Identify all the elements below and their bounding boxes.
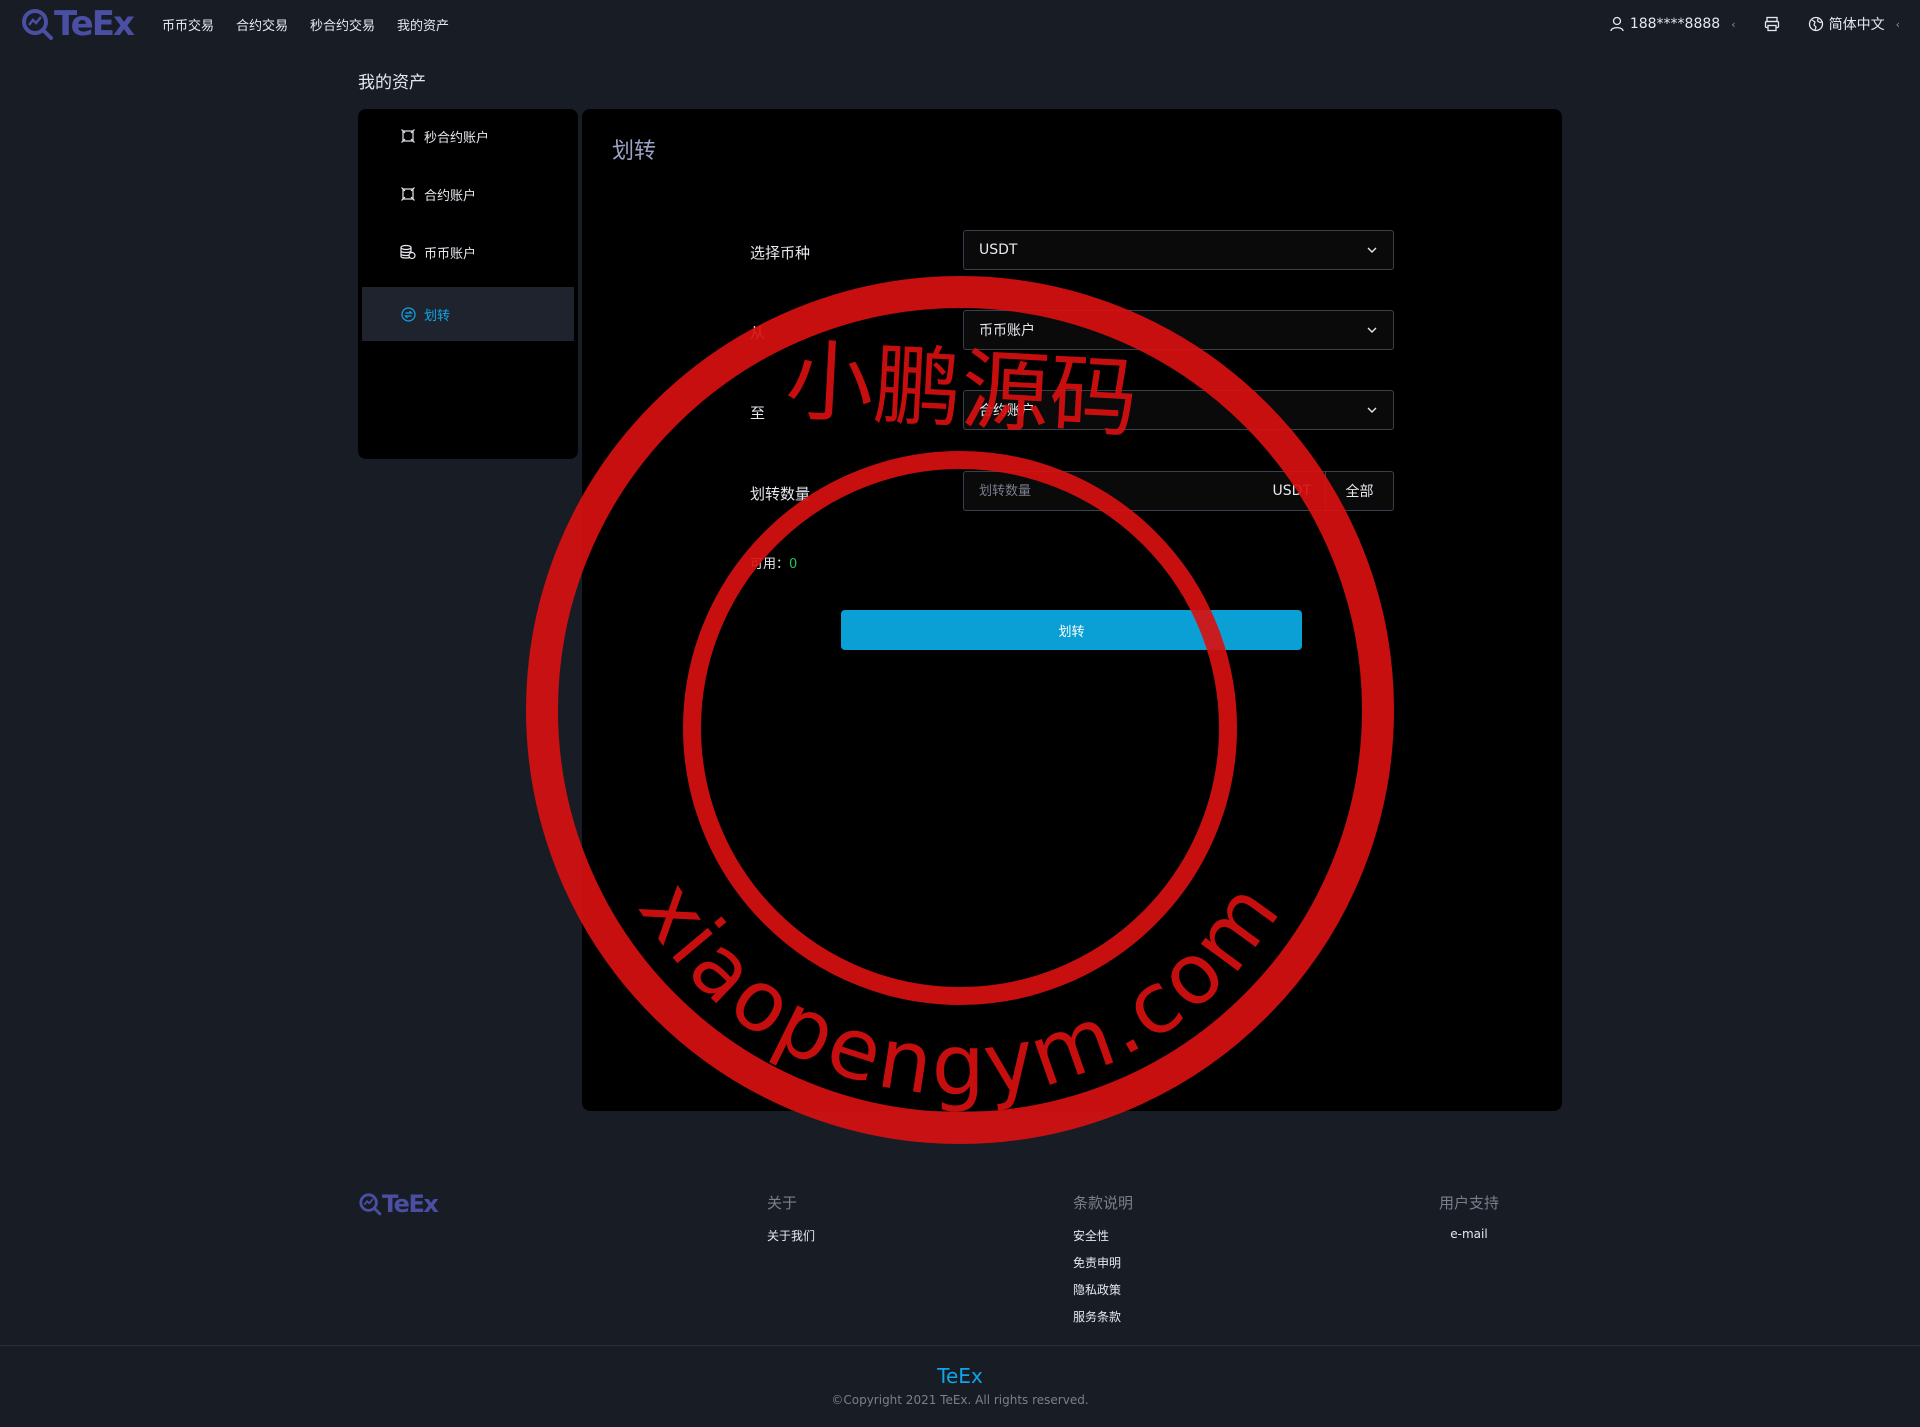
language-switch[interactable]: 简体中文 ‹: [1808, 14, 1900, 34]
chevron-down-icon: [1367, 327, 1377, 333]
available-value: 0: [789, 557, 798, 572]
language-label: 简体中文: [1828, 17, 1885, 33]
chevron-down-icon: [1367, 247, 1377, 253]
transfer-submit-button[interactable]: 划转: [841, 610, 1302, 650]
footer-link-security[interactable]: 安全性: [1073, 1227, 1133, 1244]
footer-link-privacy[interactable]: 隐私政策: [1073, 1281, 1133, 1298]
footer-link-terms[interactable]: 服务条款: [1073, 1308, 1133, 1325]
sidebar-item-spot[interactable]: 币币账户: [362, 225, 574, 279]
chevron-left-icon: ‹: [1895, 17, 1900, 31]
footer-logo-text: TeEx: [382, 1190, 439, 1218]
amount-input[interactable]: [964, 472, 1273, 510]
nav-contract-trading[interactable]: 合约交易: [236, 15, 288, 34]
footer-link-email[interactable]: e-mail: [1439, 1227, 1499, 1241]
available-balance: 可用：0: [750, 553, 797, 572]
page-title: 我的资产: [358, 73, 426, 93]
user-menu[interactable]: 188****8888 ‹: [1609, 16, 1736, 32]
all-button[interactable]: 全部: [1325, 472, 1393, 510]
footer-logo: TeEx: [358, 1190, 439, 1218]
transfer-panel: 划转 选择币种 USDT 从 币币账户 至 合约账户 划转数量 USDT 全部 …: [582, 109, 1562, 1111]
nav-second-contract[interactable]: 秒合约交易: [310, 15, 375, 34]
available-label: 可用：: [750, 557, 790, 572]
footer-brand: TeEx: [937, 1364, 983, 1388]
sidebar-item-second-contract[interactable]: 秒合约账户: [362, 109, 574, 163]
logo-mark-icon: [22, 9, 53, 40]
top-bar: TeEx 币币交易 合约交易 秒合约交易 我的资产 188****8888 ‹: [0, 0, 1920, 48]
footer-support-column: 用户支持 e-mail: [1439, 1192, 1499, 1251]
coin-select[interactable]: USDT: [963, 230, 1394, 270]
footer-terms-title: 条款说明: [1073, 1194, 1134, 1212]
chevron-left-icon: ‹: [1731, 17, 1736, 31]
sidebar-item-label: 币币账户: [424, 246, 477, 262]
footer-link-about-us[interactable]: 关于我们: [767, 1227, 815, 1244]
footer-link-disclaimer[interactable]: 免责申明: [1073, 1254, 1133, 1271]
to-label: 至: [750, 404, 766, 422]
from-account-select[interactable]: 币币账户: [963, 310, 1394, 350]
logo[interactable]: TeEx: [20, 4, 135, 44]
panel-title: 划转: [612, 139, 657, 164]
footer-divider: [0, 1345, 1920, 1346]
coin-stack-icon: [400, 244, 416, 260]
logo-text: TeEx: [54, 4, 135, 44]
contract-icon: [400, 186, 416, 202]
sidebar-item-label: 秒合约账户: [424, 130, 490, 146]
footer-about-column: 关于 关于我们: [767, 1192, 815, 1254]
footer-support-title: 用户支持: [1439, 1194, 1500, 1212]
transfer-icon: [400, 306, 416, 322]
top-right-controls: 188****8888 ‹ 简体中文 ‹: [1581, 14, 1900, 34]
footer-terms-column: 条款说明 安全性 免责申明 隐私政策 服务条款: [1073, 1192, 1133, 1335]
amount-field-group: USDT 全部: [963, 471, 1394, 511]
contract-icon: [400, 128, 416, 144]
chevron-down-icon: [1367, 407, 1377, 413]
sidebar-item-transfer[interactable]: 划转: [362, 287, 574, 341]
globe-icon: [1808, 16, 1823, 32]
coin-label: 选择币种: [750, 244, 811, 262]
to-select-value: 合约账户: [979, 403, 1035, 419]
main-nav: 币币交易 合约交易 秒合约交易 我的资产: [162, 15, 449, 34]
sidebar-item-contract[interactable]: 合约账户: [362, 167, 574, 221]
sidebar-item-label: 合约账户: [424, 188, 477, 204]
user-icon: [1610, 16, 1624, 32]
nav-spot-trading[interactable]: 币币交易: [162, 15, 214, 34]
coin-select-value: USDT: [979, 242, 1018, 258]
copyright-text: ©Copyright 2021 TeEx. All rights reserve…: [831, 1393, 1089, 1407]
amount-unit: USDT: [1272, 483, 1311, 499]
from-select-value: 币币账户: [979, 323, 1035, 339]
sidebar-item-label: 划转: [424, 308, 451, 324]
nav-my-assets[interactable]: 我的资产: [397, 15, 449, 34]
user-phone: 188****8888: [1629, 16, 1721, 32]
download-app-button[interactable]: [1764, 16, 1780, 32]
amount-label: 划转数量: [750, 485, 811, 503]
to-account-select[interactable]: 合约账户: [963, 390, 1394, 430]
printer-icon: [1764, 16, 1779, 32]
footer-about-title: 关于: [767, 1194, 798, 1212]
from-label: 从: [750, 324, 766, 342]
asset-sidebar: 秒合约账户 合约账户 币币账户 划转: [358, 109, 578, 459]
logo-mark-icon: [359, 1193, 382, 1216]
